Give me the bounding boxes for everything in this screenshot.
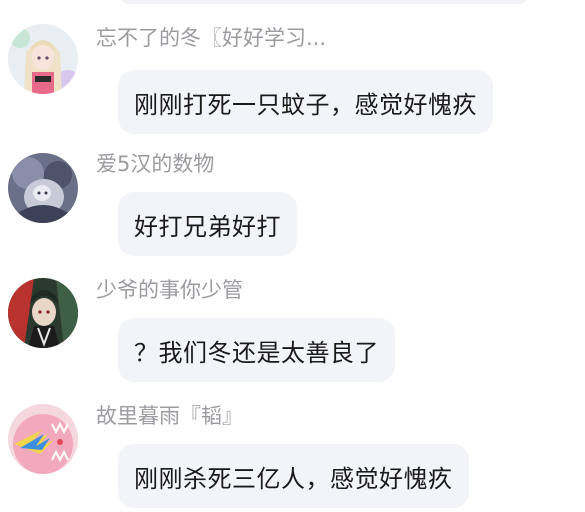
anime-character-red-avatar-icon[interactable] — [8, 278, 78, 348]
previous-message-bubble[interactable] — [118, 0, 530, 4]
sender-name[interactable]: 少爷的事你少管 — [96, 276, 243, 304]
anime-character-grey-avatar-icon[interactable] — [8, 153, 78, 223]
sender-name[interactable]: 爱5汉的数物 — [96, 150, 214, 178]
message-text: 刚刚打死一只蚊子，感觉好愧疚 — [134, 90, 477, 119]
sender-name[interactable]: 故里暮雨『韬』 — [96, 402, 243, 430]
pink-creature-avatar-icon[interactable] — [8, 404, 78, 474]
message-text: ？我们冬还是太善良了 — [134, 338, 379, 367]
message-bubble[interactable]: ？我们冬还是太善良了 — [118, 318, 395, 382]
chat-message-list: 忘不了的冬〖好好学习... 刚刚打死一只蚊子，感觉好愧疚 爱5汉的数物 好打兄弟… — [0, 0, 585, 512]
message-bubble[interactable]: 好打兄弟好打 — [118, 192, 297, 256]
message-bubble[interactable]: 刚刚杀死三亿人，感觉好愧疚 — [118, 444, 469, 508]
message-bubble[interactable]: 刚刚打死一只蚊子，感觉好愧疚 — [118, 70, 493, 134]
message-text: 刚刚杀死三亿人，感觉好愧疚 — [134, 464, 453, 493]
message-text: 好打兄弟好打 — [134, 212, 281, 241]
sender-name[interactable]: 忘不了的冬〖好好学习... — [96, 24, 326, 52]
anime-girl-avatar-icon[interactable] — [8, 24, 78, 94]
